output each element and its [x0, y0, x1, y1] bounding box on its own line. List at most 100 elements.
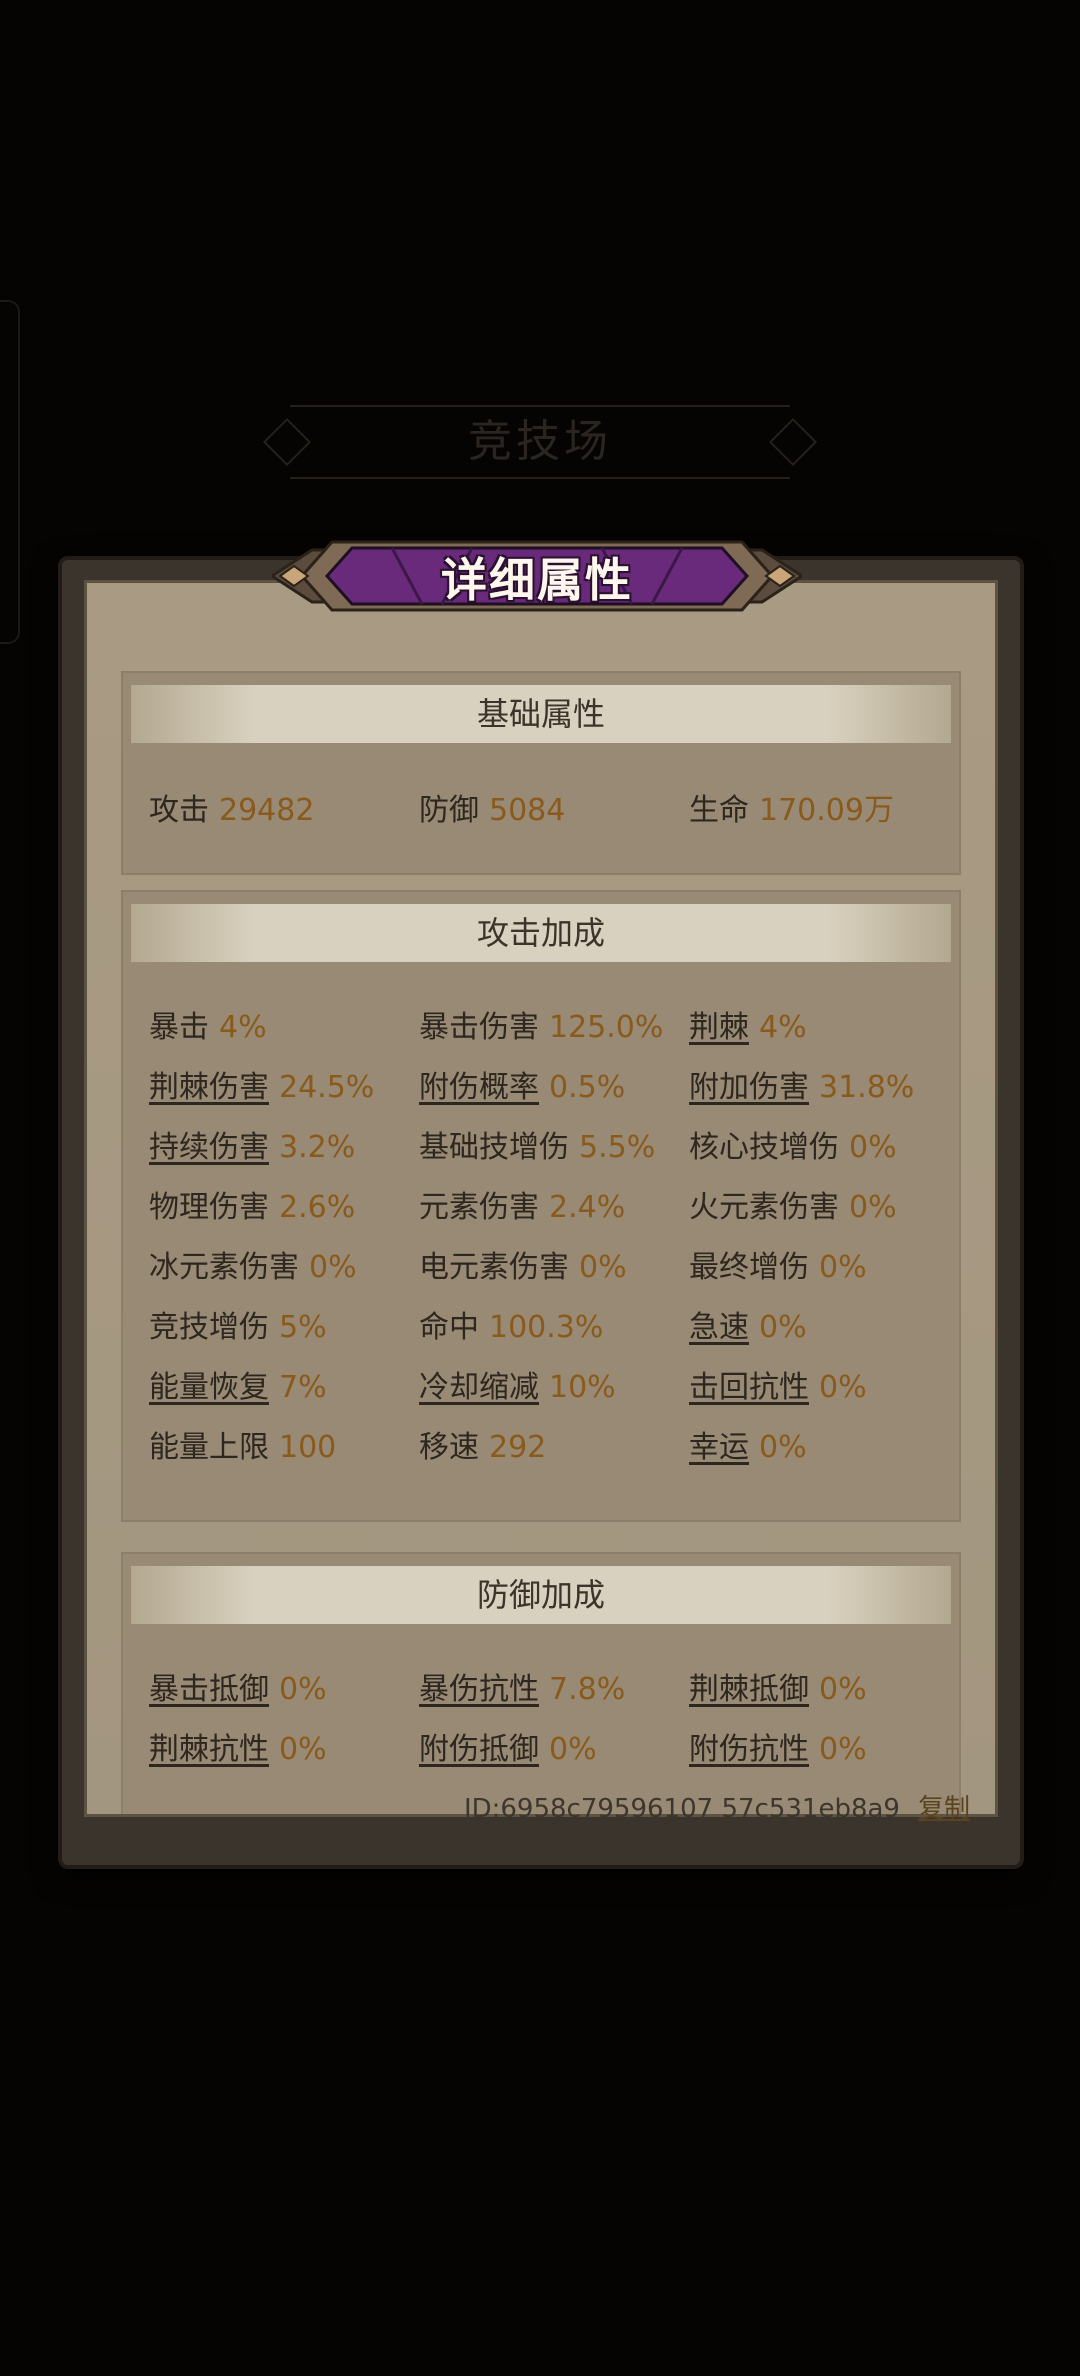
- stat-label[interactable]: 冷却缩减: [419, 1370, 539, 1405]
- stat-item: 暴击 4%: [149, 998, 419, 1058]
- stat-label[interactable]: 急速: [689, 1310, 749, 1345]
- dialog-paper: 基础属性 攻击 29482 防御 5084 生命 170.09万 攻击加成 暴击 4% 暴击伤…: [84, 580, 998, 1817]
- stat-label: 暴击: [149, 1010, 209, 1045]
- stat-grid: 暴击 4% 暴击伤害 125.0% 荆棘 4% 荆棘伤害 24.5% 附伤概率 0.5% 附加伤害 3…: [149, 998, 949, 1478]
- stat-item: 冰元素伤害 0%: [149, 1238, 419, 1298]
- dialog-title: 详细属性: [441, 553, 633, 607]
- detail-dialog: 基础属性 攻击 29482 防御 5084 生命 170.09万 攻击加成 暴击 4% 暴击伤…: [62, 560, 1020, 1865]
- stat-label[interactable]: 荆棘抵御: [689, 1672, 809, 1707]
- section-defense: 防御加成 暴击抵御 0% 暴伤抗性 7.8% 荆棘抵御 0% 荆棘抗性 0% 附伤抵御 0% 附伤抗…: [121, 1552, 961, 1814]
- stat-item[interactable]: 荆棘抗性 0%: [149, 1720, 419, 1780]
- stat-value: 0%: [579, 1250, 627, 1285]
- stat-value: 0%: [819, 1370, 867, 1405]
- stat-value: 0%: [819, 1672, 867, 1707]
- stat-item: 命中 100.3%: [419, 1298, 689, 1358]
- stat-label[interactable]: 附伤抵御: [419, 1732, 539, 1767]
- stat-item[interactable]: 冷却缩减 10%: [419, 1358, 689, 1418]
- stat-item[interactable]: 急速 0%: [689, 1298, 959, 1358]
- stat-value: 0%: [759, 1430, 807, 1465]
- stat-label: 防御: [419, 793, 479, 828]
- stat-value: 24.5%: [279, 1070, 375, 1105]
- section-title: 防御加成: [131, 1566, 951, 1624]
- stat-value: 2.4%: [549, 1190, 626, 1225]
- stat-label: 元素伤害: [419, 1190, 539, 1225]
- stat-item: 暴击伤害 125.0%: [419, 998, 689, 1058]
- stat-item[interactable]: 附伤抵御 0%: [419, 1720, 689, 1780]
- stat-item: 核心技增伤 0%: [689, 1118, 959, 1178]
- stat-value: 31.8%: [819, 1070, 915, 1105]
- stat-value: 29482: [219, 793, 315, 828]
- stat-label[interactable]: 附伤抗性: [689, 1732, 809, 1767]
- stat-value: 10%: [549, 1370, 616, 1405]
- copy-id-button[interactable]: 复制: [918, 1794, 970, 1824]
- stat-value: 0%: [849, 1190, 897, 1225]
- stat-value: 7%: [279, 1370, 327, 1405]
- side-tab-edge: [0, 300, 20, 644]
- stat-value: 0%: [279, 1732, 327, 1767]
- stat-value: 125.0%: [549, 1010, 664, 1045]
- stat-value: 0%: [819, 1732, 867, 1767]
- stat-label[interactable]: 附加伤害: [689, 1070, 809, 1105]
- stat-label[interactable]: 能量恢复: [149, 1370, 269, 1405]
- stat-item: 移速 292: [419, 1418, 689, 1478]
- dialog-title-banner: 详细属性: [272, 530, 802, 622]
- stat-item[interactable]: 击回抗性 0%: [689, 1358, 959, 1418]
- stat-label[interactable]: 击回抗性: [689, 1370, 809, 1405]
- stat-value: 4%: [759, 1010, 807, 1045]
- stat-value: 100: [279, 1430, 337, 1465]
- stat-label: 物理伤害: [149, 1190, 269, 1225]
- stat-value: 0%: [759, 1310, 807, 1345]
- stat-item: 竞技增伤 5%: [149, 1298, 419, 1358]
- stat-item[interactable]: 附伤概率 0.5%: [419, 1058, 689, 1118]
- stat-item[interactable]: 附伤抗性 0%: [689, 1720, 959, 1780]
- stat-item: 火元素伤害 0%: [689, 1178, 959, 1238]
- stat-item[interactable]: 荆棘抵御 0%: [689, 1660, 959, 1720]
- stat-item[interactable]: 荆棘 4%: [689, 998, 959, 1058]
- stat-label[interactable]: 荆棘抗性: [149, 1732, 269, 1767]
- stat-item: 攻击 29482: [149, 781, 419, 841]
- stat-item: 能量上限 100: [149, 1418, 419, 1478]
- stat-label: 命中: [419, 1310, 479, 1345]
- stat-label[interactable]: 持续伤害: [149, 1130, 269, 1165]
- stat-item: 最终增伤 0%: [689, 1238, 959, 1298]
- stat-value: 0%: [549, 1732, 597, 1767]
- player-id: ID:6958c79596107 57c531eb8a9: [463, 1794, 900, 1824]
- background-title: 竞技场: [290, 405, 790, 479]
- section-attack: 攻击加成 暴击 4% 暴击伤害 125.0% 荆棘 4% 荆棘伤害 24.5% 附伤概率 0.5%…: [121, 890, 961, 1522]
- section-title: 攻击加成: [131, 904, 951, 962]
- section-basic: 基础属性 攻击 29482 防御 5084 生命 170.09万: [121, 671, 961, 875]
- stat-value: 292: [489, 1430, 547, 1465]
- stat-label[interactable]: 荆棘伤害: [149, 1070, 269, 1105]
- stat-item[interactable]: 暴伤抗性 7.8%: [419, 1660, 689, 1720]
- stat-item[interactable]: 附加伤害 31.8%: [689, 1058, 959, 1118]
- stat-item: 防御 5084: [419, 781, 689, 841]
- stat-value: 5084: [489, 793, 566, 828]
- stat-value: 0.5%: [549, 1070, 626, 1105]
- stat-label[interactable]: 荆棘: [689, 1010, 749, 1045]
- stat-label: 最终增伤: [689, 1250, 809, 1285]
- stat-item[interactable]: 幸运 0%: [689, 1418, 959, 1478]
- stat-label[interactable]: 幸运: [689, 1430, 749, 1465]
- stat-value: 7.8%: [549, 1672, 626, 1707]
- stat-value: 5%: [279, 1310, 327, 1345]
- stat-item: 生命 170.09万: [689, 781, 959, 841]
- stat-value: 100.3%: [489, 1310, 604, 1345]
- stat-value: 4%: [219, 1010, 267, 1045]
- stat-label[interactable]: 暴击抵御: [149, 1672, 269, 1707]
- stat-item[interactable]: 荆棘伤害 24.5%: [149, 1058, 419, 1118]
- player-id-row: ID:6958c79596107 57c531eb8a9 复制: [464, 1788, 970, 1825]
- stat-label: 能量上限: [149, 1430, 269, 1465]
- stat-label[interactable]: 附伤概率: [419, 1070, 539, 1105]
- stat-label: 电元素伤害: [419, 1250, 569, 1285]
- stat-grid: 攻击 29482 防御 5084 生命 170.09万: [149, 781, 949, 841]
- stat-item[interactable]: 能量恢复 7%: [149, 1358, 419, 1418]
- stat-label[interactable]: 暴伤抗性: [419, 1672, 539, 1707]
- stat-value: 0%: [819, 1250, 867, 1285]
- stat-item: 元素伤害 2.4%: [419, 1178, 689, 1238]
- stat-item[interactable]: 持续伤害 3.2%: [149, 1118, 419, 1178]
- stat-label: 暴击伤害: [419, 1010, 539, 1045]
- stat-label: 生命: [689, 793, 749, 828]
- stat-label: 攻击: [149, 793, 209, 828]
- stat-item[interactable]: 暴击抵御 0%: [149, 1660, 419, 1720]
- stat-label: 火元素伤害: [689, 1190, 839, 1225]
